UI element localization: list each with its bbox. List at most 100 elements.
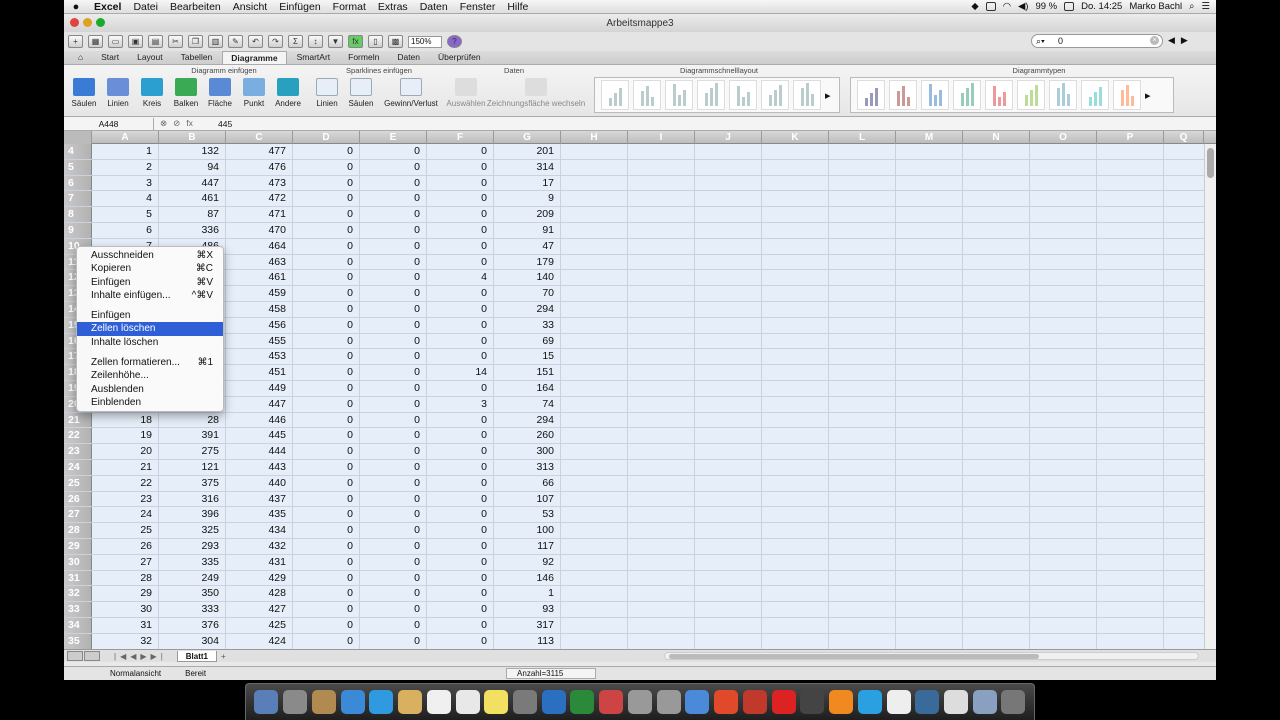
cell[interactable]: 455 [226,333,293,349]
cell[interactable] [762,602,829,617]
cell[interactable] [762,539,829,554]
cell[interactable]: 0 [427,554,494,570]
cell[interactable] [896,633,963,649]
cell[interactable]: 28 [92,570,159,586]
cell[interactable]: 0 [293,144,360,159]
cell[interactable] [628,238,695,254]
cell[interactable] [896,444,963,459]
cell[interactable] [829,570,896,586]
chart-button-4[interactable]: Fläche [202,78,238,108]
column-header-E[interactable]: E [360,131,427,144]
cell[interactable] [628,365,695,380]
cell[interactable] [963,491,1030,507]
cell[interactable] [561,270,628,286]
cell[interactable] [695,254,762,270]
cell[interactable] [561,412,628,428]
cell[interactable] [762,412,829,428]
menu-item-2[interactable]: Ansicht [227,1,273,13]
cell[interactable]: 314 [494,159,561,175]
cell[interactable]: 164 [494,381,561,396]
cell[interactable]: 0 [360,444,427,459]
cell[interactable]: 17 [494,175,561,191]
fx-icon[interactable]: fx [186,118,193,129]
cell[interactable]: 20 [92,444,159,459]
cell[interactable]: 429 [226,570,293,586]
column-header-M[interactable]: M [896,131,963,144]
cell[interactable]: 29 [92,586,159,602]
cell[interactable]: 435 [226,507,293,523]
cell[interactable] [829,460,896,475]
cell[interactable]: 396 [159,507,226,523]
dock-app-icon[interactable] [484,690,509,714]
cell[interactable] [628,602,695,617]
cell[interactable] [695,381,762,396]
cell[interactable] [695,302,762,317]
cell[interactable]: 21 [92,460,159,475]
cell[interactable] [829,270,896,286]
cell[interactable] [829,539,896,554]
cell[interactable]: 325 [159,523,226,538]
cell[interactable]: 0 [360,317,427,333]
cell[interactable] [1097,491,1164,507]
cell[interactable]: 87 [159,207,226,222]
cell[interactable]: 1 [494,586,561,602]
cell[interactable] [561,365,628,380]
cell[interactable] [561,223,628,238]
cell[interactable]: 33 [494,317,561,333]
cell[interactable]: 2 [92,159,159,175]
cell[interactable] [762,507,829,523]
cell[interactable] [628,539,695,554]
cell[interactable] [628,444,695,459]
zoom-select[interactable]: 150% [408,35,442,48]
gallery-thumb[interactable] [1113,80,1141,110]
gallery-next-icon[interactable]: ▸ [1145,89,1151,102]
cell[interactable] [963,191,1030,207]
context-menu-item[interactable]: Zeilenhöhe... [77,369,223,382]
cell[interactable] [1030,365,1097,380]
name-box[interactable]: A448 [64,117,154,130]
cell[interactable] [695,286,762,301]
cell[interactable] [963,333,1030,349]
cell[interactable] [963,254,1030,270]
cell[interactable]: 0 [427,381,494,396]
cell[interactable] [628,586,695,602]
cell[interactable] [963,412,1030,428]
cell[interactable] [1097,270,1164,286]
cell[interactable]: 443 [226,460,293,475]
row-header[interactable]: 35 [64,633,92,649]
cell[interactable] [561,396,628,412]
cell[interactable] [695,317,762,333]
column-header-K[interactable]: K [762,131,829,144]
cell[interactable] [561,333,628,349]
quicklayout-gallery[interactable]: ▸ [594,77,840,113]
cell[interactable] [963,270,1030,286]
cell[interactable]: 117 [494,539,561,554]
context-menu-item[interactable]: Ausschneiden ⌘X [77,249,223,262]
column-header-N[interactable]: N [963,131,1030,144]
cell[interactable]: 0 [360,191,427,207]
select-data-button[interactable]: Auswählen [444,78,488,108]
cell[interactable]: 0 [293,365,360,380]
cell[interactable]: 0 [360,523,427,538]
gallery-thumb[interactable] [665,80,693,110]
cell[interactable] [695,507,762,523]
cell[interactable]: 260 [494,428,561,444]
cell[interactable] [628,144,695,159]
cell[interactable] [963,586,1030,602]
cell[interactable]: 0 [293,460,360,475]
cell[interactable]: 0 [427,507,494,523]
cell[interactable] [1097,381,1164,396]
cell[interactable]: 92 [494,554,561,570]
cell[interactable] [695,159,762,175]
cell[interactable]: 293 [159,539,226,554]
cell[interactable]: 0 [427,207,494,222]
cell[interactable] [896,238,963,254]
context-menu-item[interactable]: Einblenden [77,396,223,409]
tab-2[interactable]: Tabellen [173,51,221,64]
cell[interactable]: 0 [293,159,360,175]
cell[interactable] [695,491,762,507]
cell[interactable] [963,475,1030,491]
cell[interactable] [695,428,762,444]
normal-view-icon[interactable] [67,651,83,661]
cell[interactable] [963,554,1030,570]
